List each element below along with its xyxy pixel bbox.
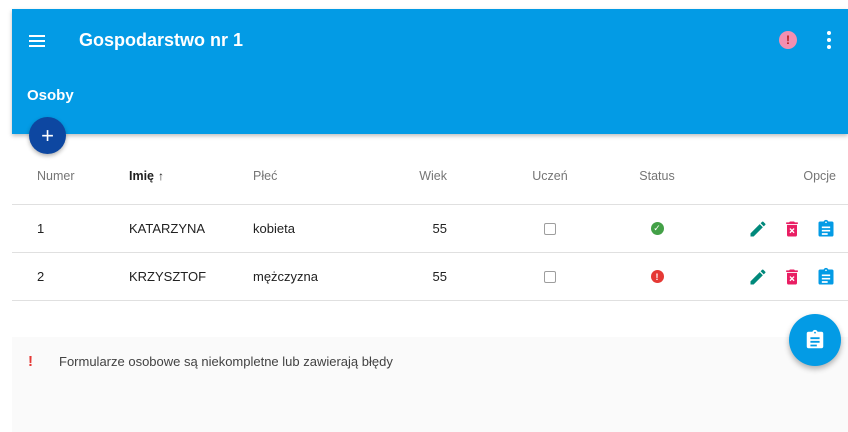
more-vert-icon[interactable] [826,31,832,49]
trash-icon[interactable] [782,267,802,287]
add-person-button[interactable]: + [29,117,66,154]
column-header-imie[interactable]: Imię ↑ [129,134,164,204]
sort-arrow-up-icon: ↑ [158,168,165,183]
warning-icon: ! [28,353,33,370]
cell-uczen [522,253,578,300]
cell-imie: KATARZYNA [129,221,206,236]
validation-message: Formularze osobowe są niekompletne lub z… [59,354,393,369]
pencil-icon[interactable] [748,219,768,239]
column-header-uczen[interactable]: Uczeń [522,134,578,204]
cell-numer: 2 [37,269,45,284]
section-title: Osoby [27,87,74,104]
status-error-icon: ! [650,270,664,283]
menu-icon[interactable] [26,30,48,52]
pencil-icon[interactable] [748,267,768,287]
alert-icon[interactable]: ! [779,31,797,49]
app-title: Gospodarstwo nr 1 [79,30,244,50]
status-ok-icon: ✓ [650,222,664,235]
cell-status: ! [627,253,687,300]
table-row: 1 KATARZYNA kobieta 55 ✓ [12,205,848,253]
column-header-status: Status [639,168,675,183]
table-header-row: Numer Imię ↑ Płeć Wiek Uczeń Status Opcj… [12,134,848,205]
cell-wiek: 55 [432,269,447,284]
cell-imie: KRZYSZTOF [129,269,207,284]
cell-uczen [522,205,578,252]
app-bar: Gospodarstwo nr 1 ! Osoby [12,9,848,134]
status-footer: ! Formularze osobowe są niekompletne lub… [12,337,848,432]
app-frame: Gospodarstwo nr 1 ! Osoby + Numer Imię ↑… [12,9,848,432]
clipboard-icon [806,329,824,349]
cell-opcje [742,205,836,252]
column-header-opcje: Opcje [803,168,836,183]
forms-button[interactable] [789,314,841,366]
cell-plec: mężczyzna [253,269,319,284]
column-header-wiek[interactable]: Wiek [392,134,447,204]
cell-wiek: 55 [432,221,447,236]
trash-icon[interactable] [782,219,802,239]
cell-plec: kobieta [253,221,295,236]
column-header-imie-label: Imię [129,168,155,183]
table-row: 2 KRZYSZTOF mężczyzna 55 ! [12,253,848,301]
student-checkbox[interactable] [544,270,556,283]
clipboard-icon[interactable] [816,267,836,287]
persons-table: Numer Imię ↑ Płeć Wiek Uczeń Status Opcj… [12,134,848,301]
cell-opcje [742,253,836,300]
column-header-plec[interactable]: Płeć [253,134,277,204]
cell-numer: 1 [37,221,45,236]
clipboard-icon[interactable] [816,219,836,239]
student-checkbox[interactable] [544,222,556,235]
cell-status: ✓ [627,205,687,252]
